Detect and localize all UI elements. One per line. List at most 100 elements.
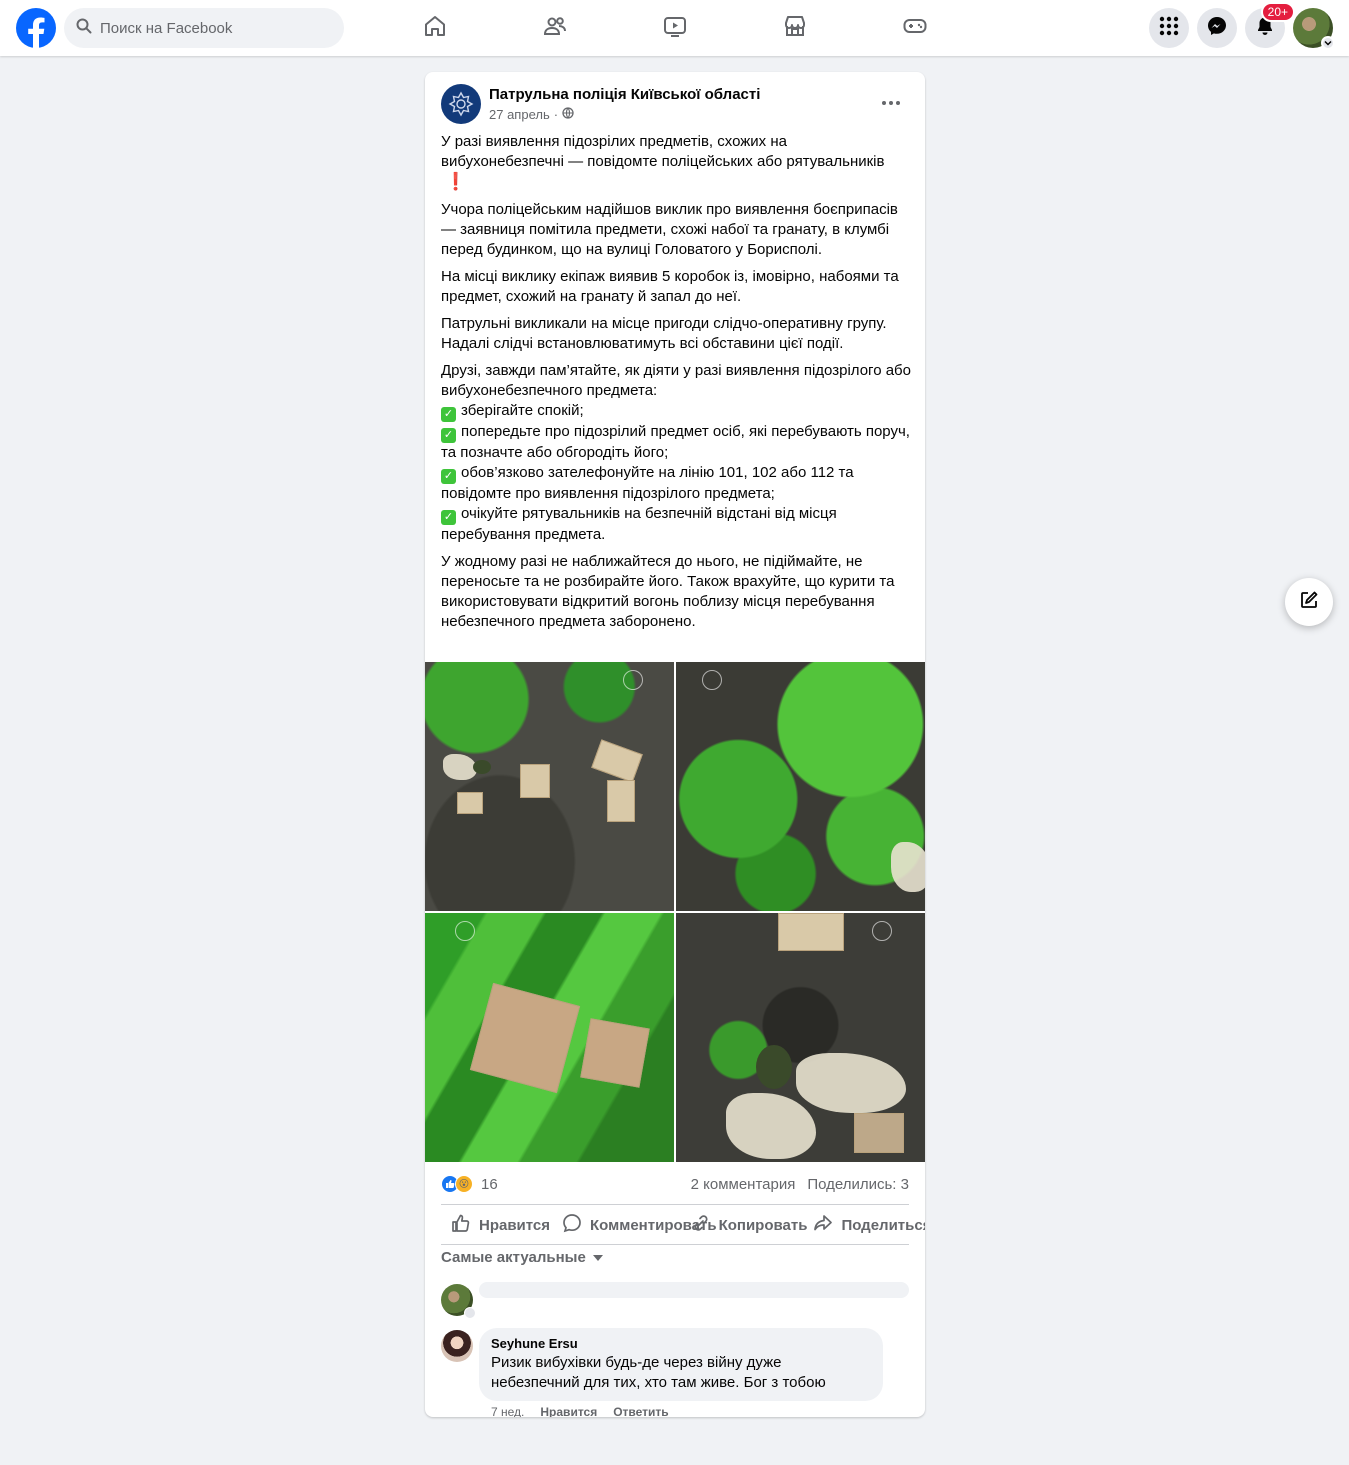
page-name[interactable]: Патрульна поліція Київської області xyxy=(489,86,760,103)
reactions-bar: 😮 16 2 комментария Поделились: 3 xyxy=(441,1172,909,1196)
globe-icon xyxy=(562,107,574,122)
watermark-icon xyxy=(872,921,892,941)
chevron-down-icon xyxy=(1321,36,1335,50)
comment-actions: 7 нед. Нравится Ответить xyxy=(491,1405,669,1417)
list-item: попередьте про підозрілий предмет осіб, … xyxy=(441,423,910,461)
post-card: Патрульна поліція Київської області 27 а… xyxy=(425,72,925,1417)
like-button[interactable]: Нравится xyxy=(451,1213,550,1237)
nav-marketplace[interactable] xyxy=(735,0,855,56)
comment-composer xyxy=(441,1282,909,1319)
my-avatar[interactable] xyxy=(441,1284,476,1319)
check-mark-icon: ✓ xyxy=(441,428,456,443)
grenade-shape xyxy=(473,760,491,774)
box-shape xyxy=(591,739,643,783)
post-photo[interactable] xyxy=(425,662,674,911)
grenade-shape xyxy=(756,1045,792,1089)
photo-grid xyxy=(425,662,925,1162)
post-photo[interactable] xyxy=(676,662,925,911)
list-item: обов’язково зателефонуйте на лінію 101, … xyxy=(441,464,854,502)
post-options-button[interactable] xyxy=(873,88,909,116)
post-actions: Нравится Комментировать Копировать Подел… xyxy=(441,1209,925,1241)
box-shape xyxy=(457,792,483,814)
account-avatar[interactable] xyxy=(1293,8,1335,50)
messenger-button[interactable] xyxy=(1197,8,1237,48)
page-avatar[interactable] xyxy=(441,84,481,124)
post-meta: 27 апрель · xyxy=(489,107,574,122)
copy-icon xyxy=(691,1213,711,1237)
post-paragraph: Друзі, завжди пам’ятайте, як діяти у раз… xyxy=(441,361,911,545)
like-label: Нравится xyxy=(479,1216,551,1234)
check-mark-icon: ✓ xyxy=(441,469,456,484)
nav-friends[interactable] xyxy=(495,0,615,56)
comment-sort-dropdown[interactable]: Самые актуальные xyxy=(441,1249,604,1266)
check-mark-icon: ✓ xyxy=(441,510,456,525)
reactions-count[interactable]: 16 xyxy=(481,1176,498,1193)
divider xyxy=(441,1204,909,1205)
post-text: У разі виявлення підозрілих предметів, с… xyxy=(441,132,911,639)
nav-home[interactable] xyxy=(375,0,495,56)
caret-down-icon xyxy=(592,1249,604,1266)
paper-shape xyxy=(443,754,477,780)
nav-watch[interactable] xyxy=(615,0,735,56)
wow-reaction-icon[interactable]: 😮 xyxy=(455,1175,473,1193)
comment-like-button[interactable]: Нравится xyxy=(540,1405,597,1417)
comment-reply-button[interactable]: Ответить xyxy=(613,1405,668,1417)
menu-grid-icon xyxy=(1159,16,1179,41)
paragraph-text: Друзі, завжди пам’ятайте, як діяти у раз… xyxy=(441,362,911,399)
post-photo[interactable] xyxy=(425,913,674,1162)
comment-input[interactable] xyxy=(479,1282,909,1298)
chevron-down-icon xyxy=(464,1307,476,1319)
menu-button[interactable] xyxy=(1149,8,1189,48)
comment-time[interactable]: 7 нед. xyxy=(491,1405,524,1417)
nav-gaming[interactable] xyxy=(855,0,975,56)
messenger-icon xyxy=(1207,16,1227,41)
sort-label: Самые актуальные xyxy=(441,1249,586,1266)
box-shape xyxy=(469,982,581,1094)
post-photo[interactable] xyxy=(676,913,925,1162)
box-shape xyxy=(580,1018,650,1088)
gaming-icon xyxy=(903,14,927,43)
share-label: Поделиться xyxy=(841,1216,925,1234)
box-shape xyxy=(520,764,550,798)
box-shape xyxy=(607,780,635,822)
post-paragraph: Патрульні викликали на місце пригоди слі… xyxy=(441,315,887,352)
paper-shape xyxy=(796,1053,906,1113)
divider xyxy=(441,1244,909,1245)
search-input[interactable] xyxy=(100,19,320,37)
top-navigation-bar: 20+ xyxy=(0,0,1349,56)
copy-button[interactable]: Копировать xyxy=(691,1213,808,1237)
commenter-avatar[interactable] xyxy=(441,1330,473,1362)
list-item: очікуйте рятувальників на безпечній відс… xyxy=(441,505,837,543)
share-button[interactable]: Поделиться xyxy=(813,1213,925,1237)
compose-icon xyxy=(1299,590,1319,615)
home-icon xyxy=(423,14,447,43)
post-paragraph: У жодному разі не наближайтеся до нього,… xyxy=(441,553,895,630)
search-icon xyxy=(76,18,92,39)
check-mark-icon: ✓ xyxy=(441,407,456,422)
watermark-icon xyxy=(455,921,475,941)
shares-count[interactable]: Поделились: 3 xyxy=(807,1176,909,1193)
facebook-logo-icon[interactable] xyxy=(16,8,56,48)
box-shape xyxy=(778,913,844,951)
comments-count[interactable]: 2 комментария xyxy=(691,1176,796,1193)
meta-separator: · xyxy=(553,107,559,122)
watch-icon xyxy=(663,14,687,43)
new-message-button[interactable] xyxy=(1285,578,1333,626)
more-dots-icon xyxy=(881,93,901,111)
copy-label: Копировать xyxy=(718,1216,808,1234)
post-paragraph: На місці виклику екіпаж виявив 5 коробок… xyxy=(441,268,899,305)
paper-shape xyxy=(726,1093,816,1159)
notifications-button[interactable]: 20+ xyxy=(1245,2,1295,48)
comment-author[interactable]: Seyhune Ersu xyxy=(491,1336,871,1351)
watermark-icon xyxy=(702,670,722,690)
search-box[interactable] xyxy=(64,8,344,48)
post-paragraph: У разі виявлення підозрілих предметів, с… xyxy=(441,132,911,193)
list-item: зберігайте спокій; xyxy=(461,402,584,419)
comment-icon xyxy=(562,1213,582,1237)
post-date[interactable]: 27 апрель xyxy=(489,107,550,122)
notification-badge: 20+ xyxy=(1260,2,1295,22)
comment-text: Ризик вибухівки будь-де через війну дуже… xyxy=(491,1354,826,1391)
comment-bubble: Seyhune Ersu Ризик вибухівки будь-де чер… xyxy=(479,1328,883,1401)
box-shape xyxy=(854,1113,904,1153)
marketplace-icon xyxy=(783,14,807,43)
